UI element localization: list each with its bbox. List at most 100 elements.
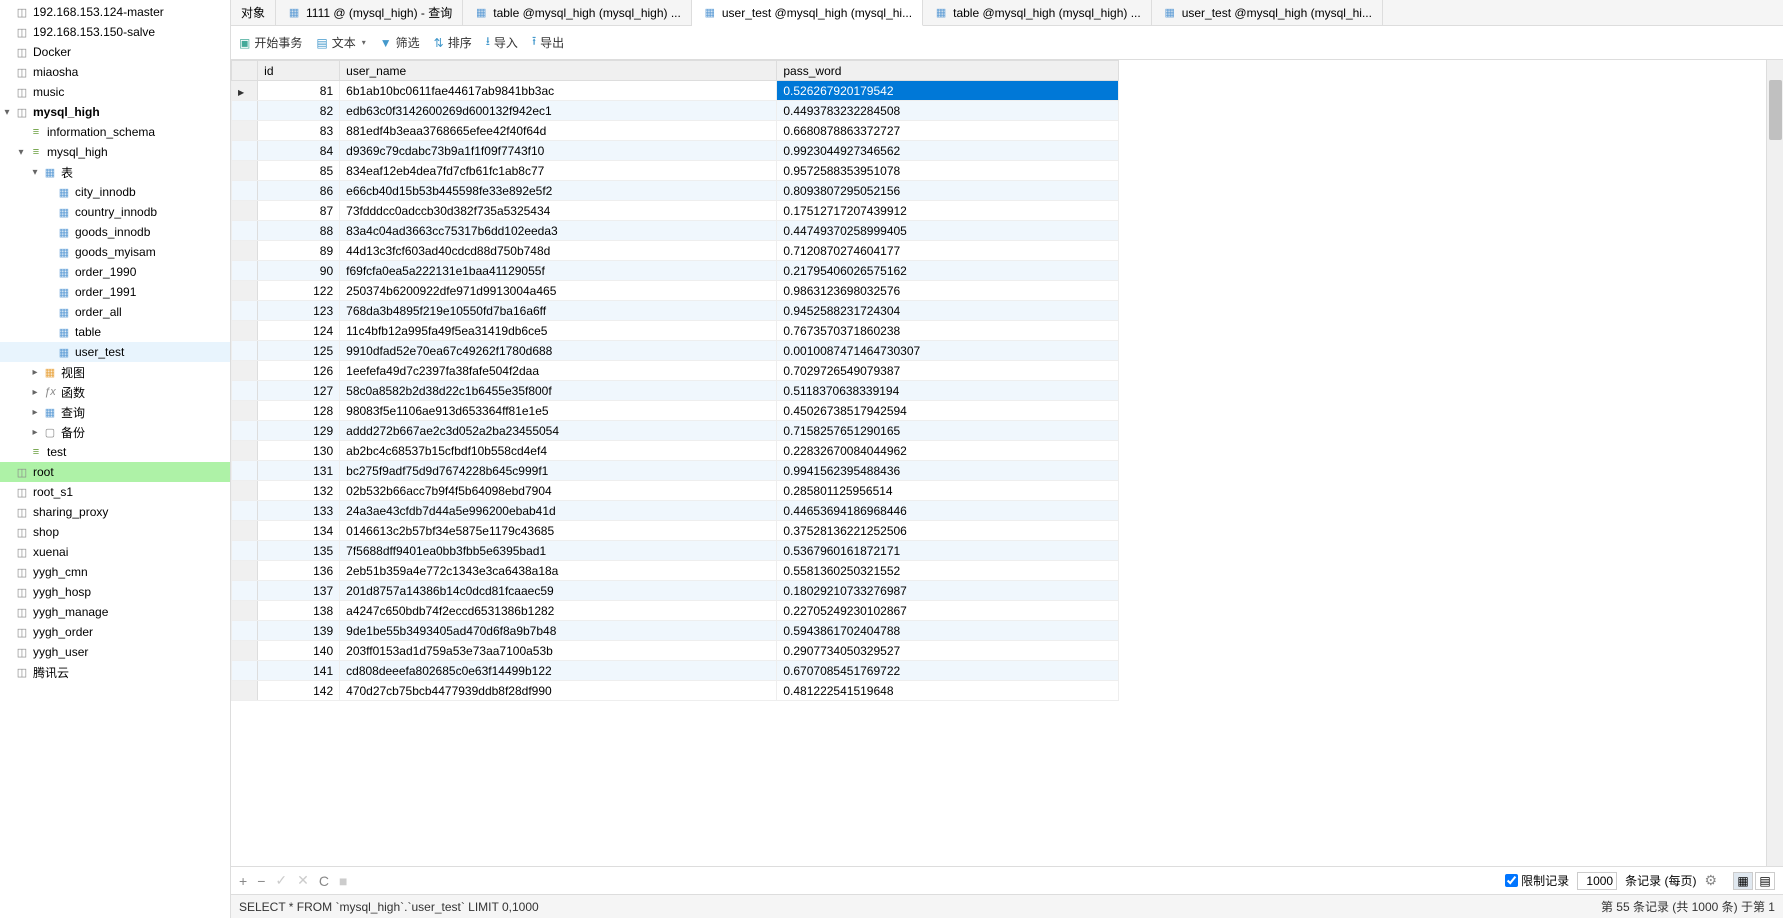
tree-item[interactable]: ▦country_innodb <box>0 202 230 222</box>
tree-item[interactable]: ▾≡mysql_high <box>0 142 230 162</box>
cell-user[interactable]: 9de1be55b3493405ad470d6f8a9b7b48 <box>340 621 777 641</box>
expand-icon[interactable]: ▸ <box>28 407 42 418</box>
cell-user[interactable]: 1eefefa49d7c2397fa38fafe504f2daa <box>340 361 777 381</box>
cell-id[interactable]: 81 <box>258 81 340 101</box>
cell-user[interactable]: 58c0a8582b2d38d22c1b6455e35f800f <box>340 381 777 401</box>
table-row[interactable]: 83881edf4b3eaa3768665efee42f40f64d0.6680… <box>232 121 1119 141</box>
cell-user[interactable]: 44d13c3fcf603ad40cdcd88d750b748d <box>340 241 777 261</box>
cell-user[interactable]: edb63c0f3142600269d600132f942ec1 <box>340 101 777 121</box>
cell-pass[interactable]: 0.5367960161872171 <box>777 541 1119 561</box>
tree-item[interactable]: ◫yygh_manage <box>0 602 230 622</box>
tree-item[interactable]: ≡test <box>0 442 230 462</box>
cell-user[interactable]: e66cb40d15b53b445598fe33e892e5f2 <box>340 181 777 201</box>
cell-user[interactable]: 250374b6200922dfe971d9913004a465 <box>340 281 777 301</box>
cell-user[interactable]: 834eaf12eb4dea7fd7cfb61fc1ab8c77 <box>340 161 777 181</box>
column-header[interactable]: pass_word <box>777 61 1119 81</box>
cell-pass[interactable]: 0.7029726549079387 <box>777 361 1119 381</box>
table-row[interactable]: 86e66cb40d15b53b445598fe33e892e5f20.8093… <box>232 181 1119 201</box>
cell-user[interactable]: 02b532b66acc7b9f4f5b64098ebd7904 <box>340 481 777 501</box>
tab[interactable]: ▦1111 @ (mysql_high) - 查询 <box>276 0 463 25</box>
cancel-button[interactable]: ✕ <box>297 872 309 889</box>
table-row[interactable]: 129addd272b667ae2c3d052a2ba234550540.715… <box>232 421 1119 441</box>
table-row[interactable]: 13202b532b66acc7b9f4f5b64098ebd79040.285… <box>232 481 1119 501</box>
table-row[interactable]: 8944d13c3fcf603ad40cdcd88d750b748d0.7120… <box>232 241 1119 261</box>
tab[interactable]: ▦user_test @mysql_high (mysql_hi... <box>692 0 923 26</box>
cell-pass[interactable]: 0.9863123698032576 <box>777 281 1119 301</box>
cell-pass[interactable]: 0.18029210733276987 <box>777 581 1119 601</box>
cell-id[interactable]: 141 <box>258 661 340 681</box>
tree-item[interactable]: ◫192.168.153.150-salve <box>0 22 230 42</box>
cell-pass[interactable]: 0.6680878863372727 <box>777 121 1119 141</box>
table-row[interactable]: 1259910dfad52e70ea67c49262f1780d6880.001… <box>232 341 1119 361</box>
cell-id[interactable]: 136 <box>258 561 340 581</box>
cell-user[interactable]: addd272b667ae2c3d052a2ba23455054 <box>340 421 777 441</box>
cell-user[interactable]: 73fdddcc0adccb30d382f735a5325434 <box>340 201 777 221</box>
cell-id[interactable]: 84 <box>258 141 340 161</box>
cell-pass[interactable]: 0.44653694186968446 <box>777 501 1119 521</box>
table-row[interactable]: 122250374b6200922dfe971d9913004a4650.986… <box>232 281 1119 301</box>
tree-item[interactable]: ◫Docker <box>0 42 230 62</box>
tab[interactable]: ▦table @mysql_high (mysql_high) ... <box>923 0 1152 25</box>
table-row[interactable]: 12411c4bfb12a995fa49f5ea31419db6ce50.767… <box>232 321 1119 341</box>
cell-id[interactable]: 139 <box>258 621 340 641</box>
form-view-button[interactable]: ▤ <box>1755 872 1775 890</box>
table-row[interactable]: 141cd808deeefa802685c0e63f14499b1220.670… <box>232 661 1119 681</box>
cell-id[interactable]: 86 <box>258 181 340 201</box>
tree-item[interactable]: ▦order_1991 <box>0 282 230 302</box>
cell-pass[interactable]: 0.7158257651290165 <box>777 421 1119 441</box>
cell-pass[interactable]: 0.9923044927346562 <box>777 141 1119 161</box>
cell-id[interactable]: 123 <box>258 301 340 321</box>
cell-id[interactable]: 82 <box>258 101 340 121</box>
table-row[interactable]: 816b1ab10bc0611fae44617ab9841bb3ac0.5262… <box>232 81 1119 101</box>
table-row[interactable]: 84d9369c79cdabc73b9a1f1f09f7743f100.9923… <box>232 141 1119 161</box>
cell-pass[interactable]: 0.526267920179542 <box>777 81 1119 101</box>
tree-item[interactable]: ▦user_test <box>0 342 230 362</box>
cell-id[interactable]: 124 <box>258 321 340 341</box>
tab[interactable]: ▦table @mysql_high (mysql_high) ... <box>463 0 692 25</box>
tree-item[interactable]: ◫腾讯云 <box>0 662 230 682</box>
add-row-button[interactable]: + <box>239 873 247 889</box>
cell-user[interactable]: 6b1ab10bc0611fae44617ab9841bb3ac <box>340 81 777 101</box>
cell-user[interactable]: 7f5688dff9401ea0bb3fbb5e6395bad1 <box>340 541 777 561</box>
cell-pass[interactable]: 0.6707085451769722 <box>777 661 1119 681</box>
tree-item[interactable]: ▦order_all <box>0 302 230 322</box>
cell-user[interactable]: a4247c650bdb74f2eccd6531386b1282 <box>340 601 777 621</box>
tree-item[interactable]: ◫root <box>0 462 230 482</box>
cell-id[interactable]: 130 <box>258 441 340 461</box>
cell-user[interactable]: 201d8757a14386b14c0dcd81fcaaec59 <box>340 581 777 601</box>
cell-pass[interactable]: 0.45026738517942594 <box>777 401 1119 421</box>
cell-id[interactable]: 142 <box>258 681 340 701</box>
cell-pass[interactable]: 0.4493783232284508 <box>777 101 1119 121</box>
expand-icon[interactable]: ▸ <box>28 427 42 438</box>
tree-item[interactable]: ◫shop <box>0 522 230 542</box>
cell-id[interactable]: 122 <box>258 281 340 301</box>
sort-button[interactable]: ⇅排序 <box>434 34 472 51</box>
cell-id[interactable]: 89 <box>258 241 340 261</box>
cell-user[interactable]: 470d27cb75bcb4477939ddb8f28df990 <box>340 681 777 701</box>
tree-item[interactable]: ▦order_1990 <box>0 262 230 282</box>
table-row[interactable]: 123768da3b4895f219e10550fd7ba16a6ff0.945… <box>232 301 1119 321</box>
cell-pass[interactable]: 0.5943861702404788 <box>777 621 1119 641</box>
grid-view-button[interactable]: ▦ <box>1733 872 1753 890</box>
cell-id[interactable]: 87 <box>258 201 340 221</box>
text-button[interactable]: ▤文本▾ <box>316 34 365 51</box>
cell-id[interactable]: 83 <box>258 121 340 141</box>
cell-user[interactable]: 2eb51b359a4e772c1343e3ca6438a18a <box>340 561 777 581</box>
table-row[interactable]: 130ab2bc4c68537b15cfbdf10b558cd4ef40.228… <box>232 441 1119 461</box>
tree-item[interactable]: ▸▦查询 <box>0 402 230 422</box>
cell-pass[interactable]: 0.9941562395488436 <box>777 461 1119 481</box>
table-row[interactable]: 142470d27cb75bcb4477939ddb8f28df9900.481… <box>232 681 1119 701</box>
cell-pass[interactable]: 0.7120870274604177 <box>777 241 1119 261</box>
import-button[interactable]: ⭳导入 <box>486 32 518 53</box>
tree-item[interactable]: ◫192.168.153.124-master <box>0 2 230 22</box>
cell-pass[interactable]: 0.2907734050329527 <box>777 641 1119 661</box>
cell-user[interactable]: ab2bc4c68537b15cfbdf10b558cd4ef4 <box>340 441 777 461</box>
cell-id[interactable]: 135 <box>258 541 340 561</box>
tree-item[interactable]: ▦city_innodb <box>0 182 230 202</box>
cell-id[interactable]: 132 <box>258 481 340 501</box>
cell-pass[interactable]: 0.9572588353951078 <box>777 161 1119 181</box>
cell-pass[interactable]: 0.21795406026575162 <box>777 261 1119 281</box>
limit-records-checkbox[interactable]: 限制记录 <box>1505 872 1569 889</box>
cell-id[interactable]: 85 <box>258 161 340 181</box>
tree-item[interactable]: ▾◫mysql_high <box>0 102 230 122</box>
